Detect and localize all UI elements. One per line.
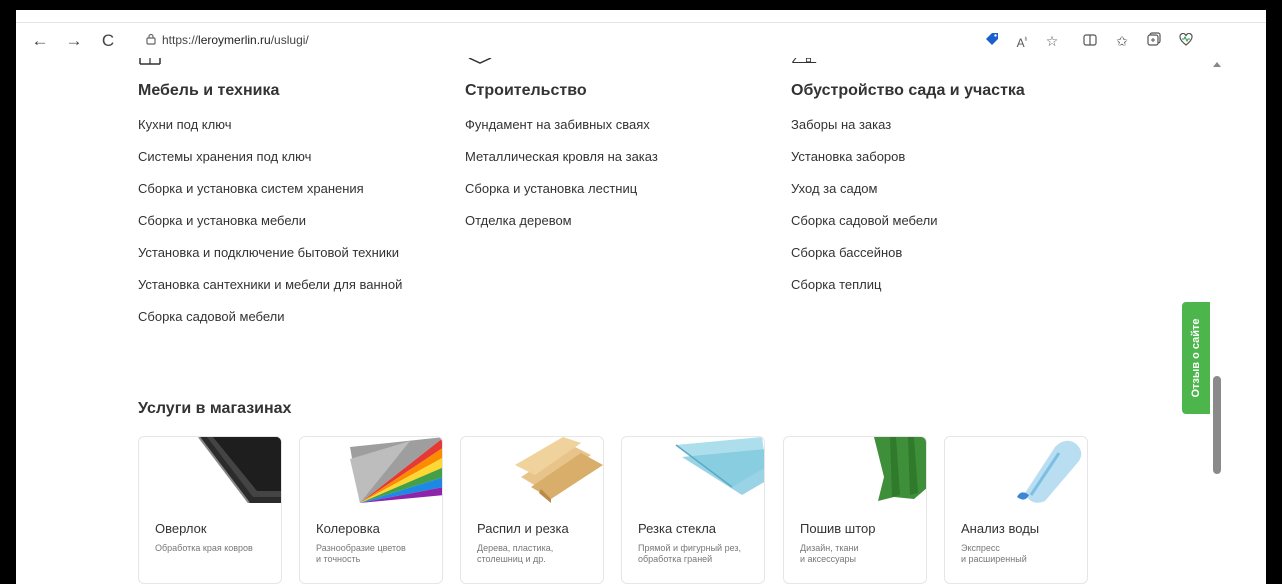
tag-icon[interactable]: [982, 31, 1002, 51]
service-link[interactable]: Заборы на заказ: [791, 117, 891, 132]
lumber-image: [515, 437, 603, 503]
card-title: Распил и резка: [477, 521, 569, 536]
forward-button[interactable]: →: [60, 27, 88, 55]
browser-toolbar: ← → C https://leroymerlin.ru/uslugi/ Aᵇ …: [16, 22, 1266, 59]
collections-icon[interactable]: [1144, 31, 1164, 51]
card-title: Анализ воды: [961, 521, 1040, 536]
construction-icon: [468, 58, 492, 64]
service-card-overlock[interactable]: Оверлок Обработка края ковров: [138, 436, 282, 584]
service-link[interactable]: Сборка садовой мебели: [138, 309, 285, 324]
split-screen-icon[interactable]: [1080, 31, 1100, 51]
service-link[interactable]: Сборка бассейнов: [791, 245, 902, 260]
service-card-glass[interactable]: Резка стекла Прямой и фигурный рез, обра…: [621, 436, 765, 584]
color-fan-image: [350, 437, 442, 503]
card-subtitle: Обработка края ковров: [155, 543, 253, 553]
service-link[interactable]: Сборка и установка мебели: [138, 213, 306, 228]
garden-icon: [791, 58, 817, 64]
card-title: Колеровка: [316, 521, 380, 536]
service-link[interactable]: Установка сантехники и мебели для ванной: [138, 277, 402, 292]
service-card-curtains[interactable]: Пошив штор Дизайн, ткани и аксессуары: [783, 436, 927, 584]
service-link[interactable]: Уход за садом: [791, 181, 877, 196]
scroll-up-arrow-icon[interactable]: [1213, 62, 1221, 67]
service-link[interactable]: Сборка теплиц: [791, 277, 881, 292]
health-icon[interactable]: [1176, 31, 1196, 51]
service-link[interactable]: Сборка садовой мебели: [791, 213, 938, 228]
url-prefix: https://: [162, 33, 199, 47]
url-path: /uslugi/: [270, 33, 309, 47]
card-subtitle: Дизайн, ткани и аксессуары: [800, 543, 859, 564]
service-link[interactable]: Фундамент на забивных сваях: [465, 117, 650, 132]
lock-icon: [146, 33, 156, 45]
star-icon[interactable]: ☆: [1042, 31, 1062, 51]
url-text: https://leroymerlin.ru/uslugi/: [162, 31, 309, 49]
tab-strip: [16, 10, 1266, 24]
service-link[interactable]: Сборка и установка систем хранения: [138, 181, 364, 196]
carpet-image: [198, 437, 281, 503]
card-subtitle: Разнообразие цветов и точность: [316, 543, 406, 564]
card-subtitle: Прямой и фигурный рез, обработка граней: [638, 543, 742, 564]
card-subtitle: Дерева, пластика, столешниц и др.: [477, 543, 554, 564]
reload-icon: C: [101, 31, 115, 50]
service-link[interactable]: Металлическая кровля на заказ: [465, 149, 658, 164]
service-card-water[interactable]: Анализ воды Экспресс и расширенный: [944, 436, 1088, 584]
card-title: Пошив штор: [800, 521, 876, 536]
feedback-tab[interactable]: Отзыв о сайте: [1182, 302, 1210, 414]
glass-image: [675, 437, 764, 495]
favorites-icon[interactable]: ✩: [1112, 31, 1132, 51]
service-link[interactable]: Кухни под ключ: [138, 117, 231, 132]
column-title: Обустройство сада и участка: [791, 82, 1025, 99]
column-title: Мебель и техника: [138, 82, 280, 99]
reload-button[interactable]: C: [94, 27, 122, 55]
card-title: Оверлок: [155, 521, 207, 536]
service-card-cutting[interactable]: Распил и резка Дерева, пластика, столешн…: [460, 436, 604, 584]
furniture-icon: [139, 58, 161, 65]
service-link[interactable]: Установка заборов: [791, 149, 905, 164]
card-subtitle: Экспресс и расширенный: [961, 543, 1027, 564]
service-link[interactable]: Установка и подключение бытовой техники: [138, 245, 399, 260]
water-bottle-image: [1017, 440, 1082, 503]
curtain-fabric-image: [874, 437, 926, 501]
service-link[interactable]: Системы хранения под ключ: [138, 149, 311, 164]
back-icon: ←: [31, 31, 49, 50]
stores-section-title: Услуги в магазинах: [138, 400, 292, 417]
forward-icon: →: [65, 31, 83, 50]
page-content: Мебель и техника Кухни под ключ Системы …: [16, 58, 1210, 584]
column-title: Строительство: [465, 82, 587, 99]
card-title: Резка стекла: [638, 521, 717, 536]
url-domain: leroymerlin.ru: [198, 33, 271, 47]
service-card-tinting[interactable]: Колеровка Разнообразие цветов и точность: [299, 436, 443, 584]
read-aloud-icon[interactable]: Aᵇ: [1012, 31, 1032, 51]
address-bar[interactable]: https://leroymerlin.ru/uslugi/: [134, 27, 1194, 53]
feedback-tab-label: Отзыв о сайте: [1190, 318, 1202, 398]
back-button[interactable]: ←: [26, 27, 54, 55]
scrollbar-thumb[interactable]: [1213, 376, 1221, 474]
service-link[interactable]: Сборка и установка лестниц: [465, 181, 637, 196]
service-link[interactable]: Отделка деревом: [465, 213, 572, 228]
scrollbar[interactable]: [1210, 58, 1224, 584]
